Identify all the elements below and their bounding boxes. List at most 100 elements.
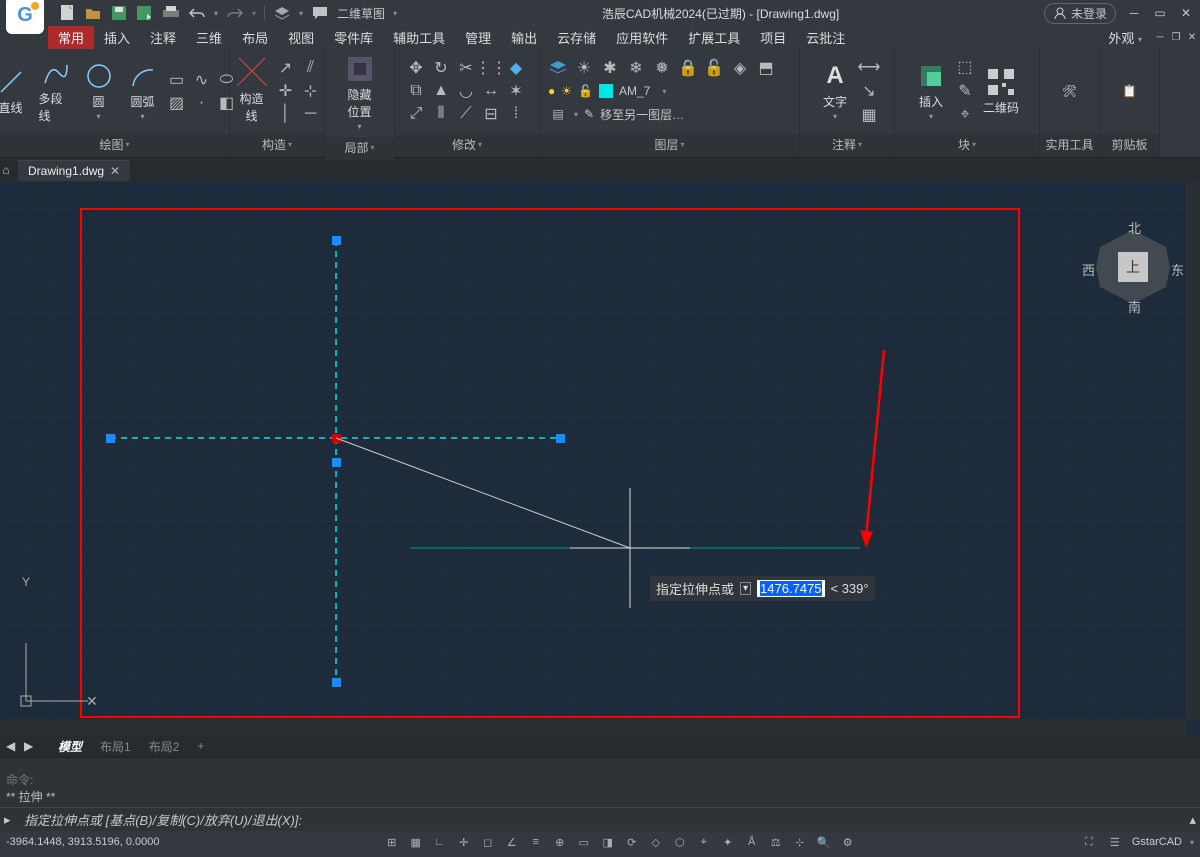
- document-tab[interactable]: Drawing1.dwg✕: [18, 160, 130, 181]
- menu-view[interactable]: 视图: [278, 26, 324, 49]
- viewcube-top[interactable]: 上: [1118, 252, 1148, 282]
- dyn-distance-input[interactable]: 1476.7475: [757, 580, 824, 597]
- chat-icon[interactable]: [311, 4, 329, 22]
- tab-model[interactable]: 模型: [50, 736, 90, 757]
- command-input[interactable]: 指定拉伸点或 [基点(B)/复制(C)/放弃(U)/退出(X)]:: [24, 810, 1183, 829]
- workspace-dropdown[interactable]: ▾: [393, 9, 397, 18]
- coordinates[interactable]: -3964.1448, 3913.5196, 0.0000: [6, 836, 160, 848]
- table-icon[interactable]: ▦: [859, 105, 879, 125]
- hide-button[interactable]: 隐藏 位置▾: [340, 52, 380, 133]
- move-icon[interactable]: ✥: [406, 58, 426, 78]
- isolate-icon[interactable]: ◈: [730, 58, 750, 78]
- ortho-icon[interactable]: ∟: [431, 833, 449, 851]
- rect-icon[interactable]: ▭: [167, 70, 187, 90]
- menu-apps[interactable]: 应用软件: [606, 26, 678, 49]
- open-icon[interactable]: [84, 4, 102, 22]
- create-block-icon[interactable]: ⬚: [955, 57, 975, 77]
- command-expand-icon[interactable]: ▴: [1189, 812, 1196, 828]
- offset2-icon[interactable]: ⫴: [431, 104, 451, 124]
- sc-icon[interactable]: ⟳: [623, 833, 641, 851]
- cross-icon[interactable]: ✛: [276, 81, 296, 101]
- leader-icon[interactable]: ↘: [859, 81, 879, 101]
- model-icon[interactable]: ▭: [575, 833, 593, 851]
- layeron-icon[interactable]: ☀: [574, 58, 594, 78]
- grid-icon[interactable]: ▦: [407, 833, 425, 851]
- panel-clipboard-label[interactable]: 剪贴板: [1100, 134, 1159, 157]
- menu-3d[interactable]: 三维: [186, 26, 232, 49]
- saveas-icon[interactable]: [136, 4, 154, 22]
- panel-local-label[interactable]: 局部 ▾: [325, 137, 394, 160]
- redo-icon[interactable]: [226, 4, 244, 22]
- thaw-icon[interactable]: ❅: [652, 58, 672, 78]
- polar-icon[interactable]: ✛: [455, 833, 473, 851]
- mag-icon[interactable]: 🔍: [815, 833, 833, 851]
- erase-icon[interactable]: ◆: [506, 58, 526, 78]
- tab-add[interactable]: +: [189, 737, 212, 755]
- tools-button[interactable]: 🛠: [1050, 74, 1090, 108]
- iso-icon[interactable]: ◇: [647, 833, 665, 851]
- close-button[interactable]: ✕: [1178, 6, 1194, 20]
- point-icon[interactable]: ·: [192, 93, 212, 113]
- drawing-canvas[interactable]: ✕ 指定拉伸点或 ▾ 1476.7475 < 339° 上 北 南 东 西 Y: [0, 182, 1200, 735]
- offset-icon[interactable]: ⫽: [301, 58, 321, 78]
- scale-icon[interactable]: ⤢: [406, 104, 426, 124]
- paste-button[interactable]: 📋: [1110, 74, 1150, 108]
- ducs-icon[interactable]: ⌖: [695, 833, 713, 851]
- trim-icon[interactable]: ✂: [456, 58, 476, 78]
- layer-props-icon[interactable]: [548, 58, 568, 78]
- menu-cloud[interactable]: 云存储: [547, 26, 606, 49]
- stretch-icon[interactable]: ↔: [481, 81, 501, 101]
- ray-icon[interactable]: ↗: [276, 58, 296, 78]
- lwt-icon[interactable]: ≡: [527, 833, 545, 851]
- menu-manage[interactable]: 管理: [455, 26, 501, 49]
- expand-icon[interactable]: ⛶: [1080, 833, 1098, 851]
- undo-dropdown[interactable]: ▾: [214, 9, 218, 18]
- tab-layout1[interactable]: 布局1: [92, 736, 139, 757]
- menu-annotate[interactable]: 注释: [140, 26, 186, 49]
- hatch-icon[interactable]: ▨: [167, 93, 187, 113]
- app-logo[interactable]: G: [6, 0, 44, 34]
- copy-icon[interactable]: ⧉: [406, 81, 426, 101]
- proj-icon[interactable]: ⊹: [301, 81, 321, 101]
- tpy-icon[interactable]: ✦: [719, 833, 737, 851]
- tab-home-icon[interactable]: ⌂: [0, 163, 12, 177]
- layers-icon[interactable]: [273, 4, 291, 22]
- close-tab-icon[interactable]: ✕: [110, 164, 120, 178]
- qp-icon[interactable]: ◨: [599, 833, 617, 851]
- wcs-icon[interactable]: ⊹: [791, 833, 809, 851]
- minimize-button[interactable]: ─: [1126, 6, 1142, 20]
- redo-dropdown[interactable]: ▾: [252, 9, 256, 18]
- panel-block-label[interactable]: 块 ▾: [895, 134, 1039, 157]
- freeze-icon[interactable]: ❄: [626, 58, 646, 78]
- text-button[interactable]: A文字▾: [815, 59, 855, 123]
- 3dosnap-icon[interactable]: ⬡: [671, 833, 689, 851]
- merge-icon[interactable]: ⬒: [756, 58, 776, 78]
- dyn-menu-icon[interactable]: ▾: [740, 582, 751, 595]
- snap-icon[interactable]: ⊞: [383, 833, 401, 851]
- notify-icon[interactable]: ☰: [1106, 833, 1124, 851]
- line-button[interactable]: 直线: [0, 65, 31, 118]
- menu-ext[interactable]: 扩展工具: [678, 26, 750, 49]
- panel-anno-label[interactable]: 注释 ▾: [800, 134, 894, 157]
- otrack-icon[interactable]: ∠: [503, 833, 521, 851]
- lock-icon[interactable]: 🔒: [678, 58, 698, 78]
- horizontal-scrollbar[interactable]: [0, 719, 1186, 735]
- menu-partlib[interactable]: 零件库: [324, 26, 383, 49]
- tab-layout2[interactable]: 布局2: [141, 736, 188, 757]
- layer-move-button[interactable]: ▤ ▾ ✎ 移至另一图层…: [548, 104, 684, 124]
- hw-icon[interactable]: ⚙: [839, 833, 857, 851]
- command-icon[interactable]: ▸: [4, 812, 20, 828]
- panel-construct-label[interactable]: 构造 ▾: [230, 134, 324, 157]
- login-button[interactable]: 未登录: [1044, 3, 1116, 24]
- ann-icon[interactable]: Å: [743, 833, 761, 851]
- panel-modify-label[interactable]: 修改 ▾: [395, 134, 539, 157]
- polyline-button[interactable]: 多段线: [35, 56, 75, 126]
- menu-project[interactable]: 项目: [750, 26, 796, 49]
- menu-output[interactable]: 输出: [501, 26, 547, 49]
- arc-button[interactable]: 圆弧▾: [123, 59, 163, 123]
- layout-next-icon[interactable]: ▶: [24, 739, 33, 753]
- array-icon[interactable]: ⋮⋮: [481, 58, 501, 78]
- edit-block-icon[interactable]: ✎: [955, 81, 975, 101]
- attr-icon[interactable]: ⌖: [955, 105, 975, 125]
- menu-aux[interactable]: 辅助工具: [383, 26, 455, 49]
